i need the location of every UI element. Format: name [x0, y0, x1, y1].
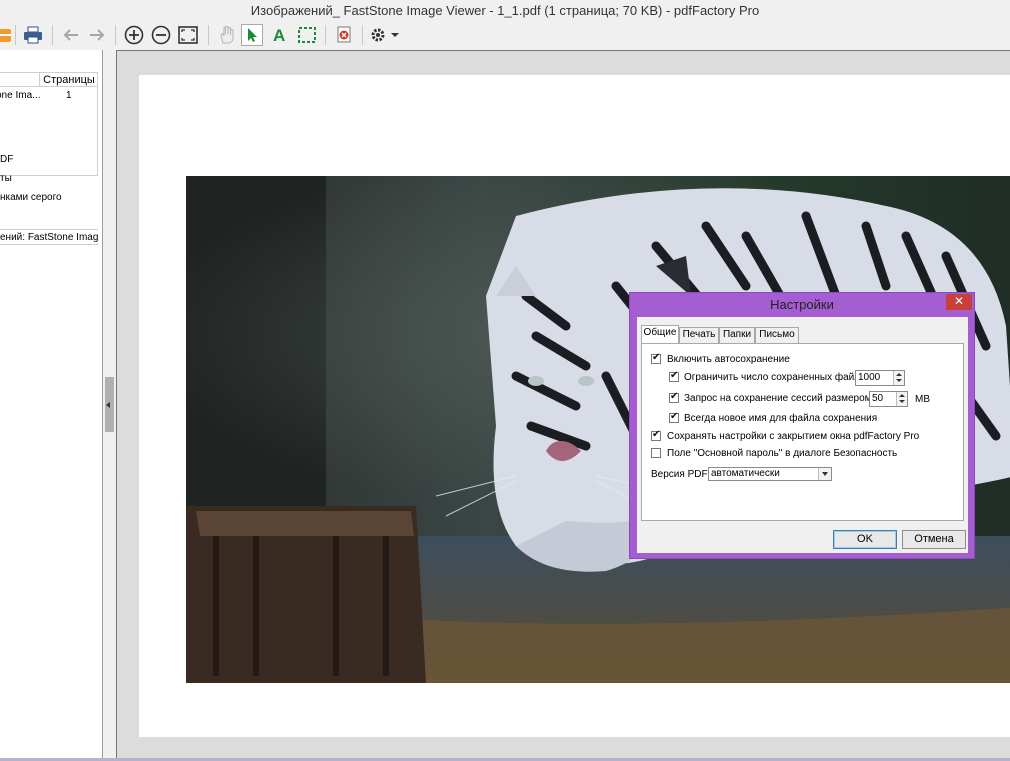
column-header-pages[interactable]: Страницы [41, 73, 97, 87]
close-button[interactable]: ✕ [946, 294, 972, 310]
master-password-checkbox[interactable] [651, 448, 661, 458]
toolbar-separator [115, 25, 116, 45]
list-item[interactable]: DF [0, 154, 13, 165]
autosave-checkbox[interactable] [651, 352, 661, 364]
dialog-title: Настройки [770, 297, 834, 312]
limit-files-checkbox[interactable] [669, 370, 679, 382]
zoom-in-icon[interactable] [123, 24, 145, 46]
ok-button[interactable]: OK [833, 530, 897, 549]
left-panel: Страницы one Ima... 1 DF ты нками серого… [0, 50, 103, 761]
hand-tool-icon[interactable] [216, 24, 238, 46]
chevron-down-icon[interactable] [388, 24, 402, 46]
pages-table: Страницы one Ima... 1 [0, 72, 98, 176]
limit-files-stepper[interactable]: 1000 [855, 370, 905, 386]
pdffactory-window: Изображений_ FastStone Image Viewer - 1_… [0, 0, 1010, 761]
forward-arrow-icon[interactable] [86, 24, 108, 46]
svg-text:A: A [273, 26, 285, 44]
toolbar-separator [362, 25, 363, 45]
toolbar-separator [52, 25, 53, 45]
zoom-out-icon[interactable] [150, 24, 172, 46]
limit-files-label: Ограничить число сохраненных файлов [684, 372, 872, 383]
dialog-body: Общие Печать Папки Письмо Включить автос… [637, 317, 968, 553]
tab-general[interactable]: Общие [641, 325, 679, 343]
master-password-label: Поле "Основной пароль" в диалоге Безопас… [667, 448, 898, 459]
settings-dialog: Настройки ✕ Общие Печать Папки Письмо Вк… [629, 292, 975, 559]
new-name-checkbox[interactable] [669, 411, 679, 423]
select-tool-icon[interactable] [241, 24, 263, 46]
pdf-version-value[interactable]: автоматически [711, 468, 780, 480]
pdf-version-select[interactable]: автоматически [708, 467, 832, 481]
general-tab-panel: Включить автосохранение Ограничить число… [641, 343, 964, 521]
panel-splitter[interactable] [103, 50, 116, 761]
delete-page-icon[interactable] [333, 24, 355, 46]
cancel-button[interactable]: Отмена [902, 530, 966, 549]
fit-page-icon[interactable] [177, 24, 199, 46]
stepper-buttons[interactable] [893, 371, 904, 385]
toolbar-separator [15, 25, 16, 45]
table-cell-title[interactable]: one Ima... [0, 90, 40, 102]
dropdown-arrow-icon[interactable] [818, 468, 831, 480]
tab-print[interactable]: Печать [679, 327, 719, 343]
toolbar: A [0, 22, 1010, 48]
ask-size-value[interactable]: 50 [872, 393, 883, 405]
new-name-label: Всегда новое имя для файла сохранения [684, 413, 878, 424]
stepper-up-icon[interactable] [899, 394, 905, 397]
autosave-label: Включить автосохранение [667, 354, 790, 365]
stepper-buttons[interactable] [896, 392, 907, 406]
pdf-version-label: Версия PDF: [651, 469, 711, 480]
text-tool-icon[interactable]: A [269, 24, 291, 46]
collapse-arrow-icon[interactable] [106, 402, 110, 408]
toolbar-separator [208, 25, 209, 45]
document-title-field[interactable]: ений: FastStone Image V [0, 229, 98, 245]
list-item[interactable]: ты [0, 173, 12, 184]
size-unit-label: MB [915, 394, 930, 405]
pages-table-header: Страницы [0, 73, 98, 87]
window-title: Изображений_ FastStone Image Viewer - 1_… [0, 0, 1010, 22]
list-item[interactable]: нками серого [0, 192, 62, 203]
marquee-tool-icon[interactable] [296, 24, 318, 46]
limit-files-value[interactable]: 1000 [858, 372, 880, 384]
stepper-up-icon[interactable] [896, 373, 902, 376]
ask-size-stepper[interactable]: 50 [869, 391, 908, 407]
column-header-title[interactable] [0, 73, 40, 87]
stepper-down-icon[interactable] [899, 400, 905, 403]
back-arrow-icon[interactable] [60, 24, 82, 46]
toolbar-separator [325, 25, 326, 45]
table-cell-pages[interactable]: 1 [66, 90, 72, 102]
print-icon[interactable] [22, 24, 44, 46]
ask-size-checkbox[interactable] [669, 391, 679, 403]
save-settings-label: Сохранять настройки с закрытием окна pdf… [667, 431, 920, 442]
tab-folders[interactable]: Папки [719, 327, 755, 343]
orange-icon[interactable] [0, 24, 16, 46]
save-settings-checkbox[interactable] [651, 429, 661, 441]
tab-mail[interactable]: Письмо [755, 327, 799, 343]
ask-size-label: Запрос на сохранение сессий размером > [684, 393, 881, 404]
stepper-down-icon[interactable] [896, 379, 902, 382]
